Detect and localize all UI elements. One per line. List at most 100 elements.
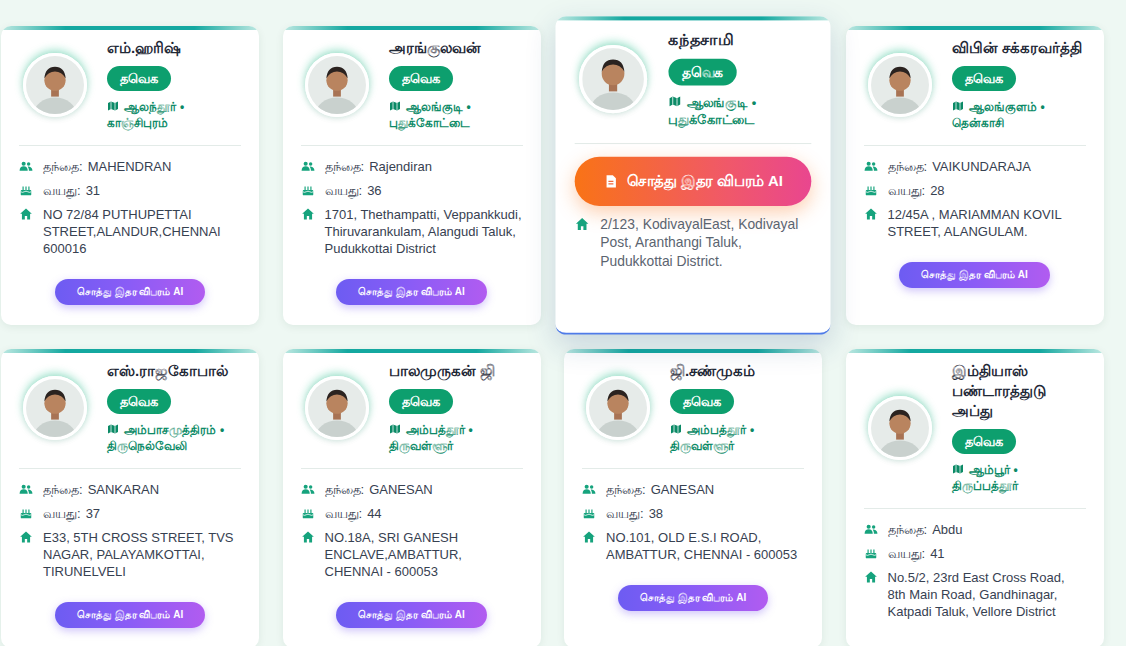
- candidate-grid: எம்.ஹரிஷ்தவெகஆலந்தூர்•காஞ்சிபுரம் தந்தை:M…: [0, 0, 1126, 646]
- cake-icon: [582, 506, 596, 520]
- father-row: தந்தை:Rajendiran: [301, 158, 523, 175]
- asset-details-button[interactable]: சொத்து இதர விபரம் AI: [336, 602, 486, 628]
- card-details: தந்தை:Rajendiran வயது:36 1701, Thethampatt…: [283, 146, 541, 257]
- card-divider: [582, 468, 804, 469]
- constituency-location: ஆம்பூர்•திருப்பத்தூர்: [952, 462, 1018, 494]
- constituency-location: அம்பாசமுத்திரம்•திருநெல்வேலி: [107, 422, 224, 454]
- card-divider: [864, 145, 1086, 146]
- card-top-strip: [564, 349, 822, 353]
- asset-details-button[interactable]: சொத்து இதர விபரம் AI: [618, 585, 768, 611]
- candidate-photo-icon: [871, 56, 929, 114]
- candidate-photo: [23, 53, 87, 117]
- map-icon: [952, 100, 964, 112]
- party-badge: தவெக: [389, 389, 453, 414]
- party-badge: தவெக: [107, 389, 171, 414]
- candidate-card[interactable]: விபின் சக்கரவர்த்திதவெகஆலங்குளம்•தென்காச…: [846, 26, 1104, 325]
- asset-details-button[interactable]: சொத்து இதர விபரம் AI: [55, 602, 205, 628]
- candidate-card[interactable]: பாலமுருகன் ஜிதவெகஅம்பத்தூர்•திருவள்ளூர்த…: [283, 349, 541, 646]
- card-header: இம்தியாஸ் பண்டாரத்துடு அப்துதவெகஆம்பூர்•…: [846, 353, 1104, 494]
- party-badge: தவெக: [670, 389, 734, 414]
- cake-icon: [301, 506, 315, 520]
- family-icon: [864, 159, 878, 173]
- family-icon: [19, 482, 33, 496]
- father-label: தந்தை:: [325, 481, 365, 498]
- constituency-location: ஆலங்குடி •புதுக்கோட்டை: [389, 99, 471, 131]
- father-row: தந்தை:MAHENDRAN: [19, 158, 241, 175]
- party-badge: தவெக: [952, 429, 1016, 454]
- father-row: தந்தை:GANESAN: [301, 481, 523, 498]
- asset-details-button[interactable]: சொத்து இதர விபரம் AI: [55, 279, 205, 305]
- constituency-name: அம்பத்தூர்: [687, 423, 746, 437]
- age-value: 36: [367, 182, 381, 199]
- candidate-photo: [579, 44, 647, 112]
- address-row: 1701, Thethampatti, Veppankkudi, Thiruva…: [301, 206, 523, 257]
- age-value: 37: [86, 505, 100, 522]
- card-details: தந்தை:GANESAN வயது:44 NO.18A, SRI GANESH E…: [283, 469, 541, 580]
- asset-details-button[interactable]: சொத்து இதர விபரம் AI: [336, 279, 486, 305]
- father-label: தந்தை:: [325, 158, 365, 175]
- candidate-card[interactable]: கந்தசாமிதவெகஆலங்குடி•புதுக்கோட்டை சொத்து …: [555, 16, 830, 335]
- candidate-card[interactable]: இம்தியாஸ் பண்டாரத்துடு அப்துதவெகஆம்பூர்•…: [846, 349, 1104, 646]
- map-icon: [107, 100, 119, 112]
- address-row: NO.18A, SRI GANESH ENCLAVE,AMBATTUR, CHE…: [301, 529, 523, 580]
- age-value: 28: [930, 182, 944, 199]
- candidate-photo-icon: [26, 56, 84, 114]
- constituency-name: ஆலங்குடி: [406, 100, 463, 114]
- candidate-photo-icon: [871, 399, 929, 457]
- father-label: தந்தை:: [43, 158, 83, 175]
- address-row: 2/123, KodivayalEast, Kodivayal Post, Ar…: [575, 215, 812, 269]
- location-separator: •: [467, 100, 471, 114]
- candidate-card[interactable]: ஜி.சண்முகம்தவெகஅம்பத்தூர்•திருவள்ளூர்தந்…: [564, 349, 822, 646]
- candidate-info: இம்தியாஸ் பண்டாரத்துடு அப்துதவெகஆம்பூர்•…: [952, 361, 1086, 494]
- candidate-page: எம்.ஹரிஷ்தவெகஆலந்தூர்•காஞ்சிபுரம் தந்தை:M…: [0, 0, 1126, 646]
- home-icon: [19, 530, 33, 544]
- location-separator: •: [752, 95, 756, 110]
- age-label: வயது:: [325, 182, 363, 199]
- document-icon: [603, 174, 618, 189]
- address-row: NO 72/84 PUTHUPETTAI STREET,ALANDUR,CHEN…: [19, 206, 241, 257]
- constituency-location: ஆலங்குடி•புதுக்கோட்டை: [668, 94, 756, 128]
- candidate-name: எம்.ஹரிஷ்: [107, 38, 181, 58]
- card-divider: [301, 468, 523, 469]
- candidate-photo-icon: [26, 379, 84, 437]
- candidate-info: கந்தசாமிதவெகஆலங்குடி•புதுக்கோட்டை: [668, 29, 811, 128]
- district-name: புதுக்கோட்டை: [668, 111, 756, 128]
- father-name: Rajendiran: [369, 158, 432, 175]
- candidate-card[interactable]: எம்.ஹரிஷ்தவெகஆலந்தூர்•காஞ்சிபுரம் தந்தை:M…: [1, 26, 259, 325]
- family-icon: [19, 159, 33, 173]
- map-icon: [389, 100, 401, 112]
- candidate-card[interactable]: எஸ்.ராஜகோபால்தவெகஅம்பாசமுத்திரம்•திருநெல…: [1, 349, 259, 646]
- home-icon: [582, 530, 596, 544]
- father-row: தந்தை:Abdu: [864, 521, 1086, 538]
- age-row: வயது:41: [864, 545, 1086, 562]
- age-value: 31: [86, 182, 100, 199]
- district-name: புதுக்கோட்டை: [389, 115, 471, 131]
- party-badge: தவெக: [952, 66, 1016, 91]
- cake-icon: [19, 506, 33, 520]
- district-name: காஞ்சிபுரம்: [107, 115, 184, 131]
- candidate-card[interactable]: அரங்குலவன்தவெகஆலங்குடி•புதுக்கோட்டைதந்தை…: [283, 26, 541, 325]
- home-icon: [864, 207, 878, 221]
- candidate-photo: [23, 376, 87, 440]
- age-label: வயது:: [43, 505, 81, 522]
- age-value: 44: [367, 505, 381, 522]
- card-top-strip: [555, 16, 830, 20]
- card-divider: [301, 145, 523, 146]
- location-separator: •: [1014, 463, 1018, 477]
- candidate-photo: [586, 376, 650, 440]
- asset-details-button[interactable]: சொத்து இதர விபரம் AI: [575, 157, 812, 206]
- card-top-strip: [1, 349, 259, 353]
- card-header: அரங்குலவன்தவெகஆலங்குடி•புதுக்கோட்டை: [283, 30, 541, 131]
- age-row: வயது:44: [301, 505, 523, 522]
- map-icon: [952, 463, 964, 475]
- age-label: வயது:: [43, 182, 81, 199]
- asset-details-button[interactable]: சொத்து இதர விபரம் AI: [899, 262, 1049, 288]
- age-label: வயது:: [606, 505, 644, 522]
- candidate-photo: [868, 53, 932, 117]
- district-name: திருப்பத்தூர்: [952, 478, 1018, 494]
- age-label: வயது:: [888, 182, 926, 199]
- card-header: எம்.ஹரிஷ்தவெகஆலந்தூர்•காஞ்சிபுரம்: [1, 30, 259, 131]
- district-name: திருநெல்வேலி: [107, 438, 224, 454]
- home-icon: [864, 570, 878, 584]
- candidate-name: கந்தசாமி: [668, 29, 733, 50]
